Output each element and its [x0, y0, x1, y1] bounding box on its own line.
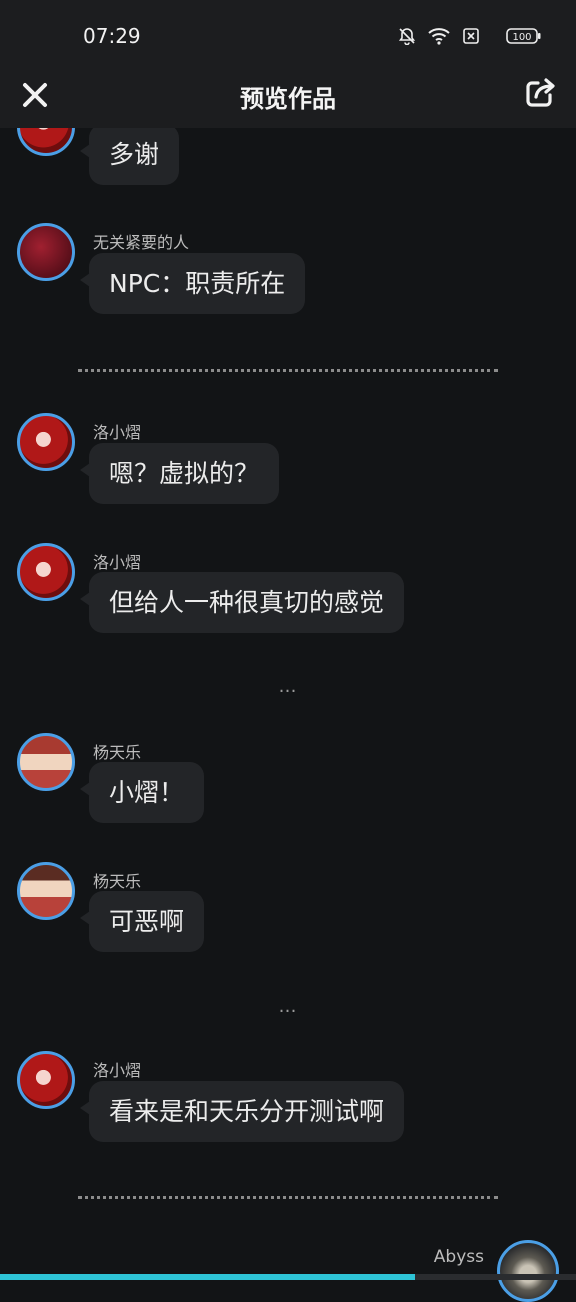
battery-icon: 100 [506, 27, 542, 49]
sender-name: 杨天乐 [93, 743, 142, 762]
avatar[interactable] [17, 128, 75, 156]
message-bubble: 看来是和天乐分开测试啊 [79, 1081, 405, 1142]
avatar[interactable] [17, 1051, 75, 1109]
avatar[interactable] [497, 1240, 559, 1302]
status-bar: 07:29 100 [0, 0, 576, 70]
chat-feed[interactable]: 多谢 无关紧要的人 NPC：职责所在 洛小熠 嗯？虚拟的？ 洛小熠 但给人一种很… [0, 128, 576, 1274]
sender-name: 洛小熠 [93, 423, 142, 442]
avatar[interactable] [17, 223, 75, 281]
message-bubble: 嗯？虚拟的？ [79, 443, 280, 504]
section-divider [78, 1196, 498, 1199]
section-divider [78, 369, 498, 372]
avatar[interactable] [17, 543, 75, 601]
avatar[interactable] [17, 733, 75, 791]
no-sim-icon [463, 28, 479, 44]
playback-progress[interactable] [0, 1274, 576, 1280]
message-bubble: 多谢 [79, 128, 180, 185]
message-bubble: NPC：职责所在 [79, 253, 306, 314]
sender-name-right: Abyss [433, 1247, 484, 1267]
wifi-icon [428, 28, 450, 45]
share-icon[interactable] [522, 75, 558, 111]
page-title: 预览作品 [240, 85, 336, 113]
sender-name: 无关紧要的人 [93, 233, 190, 252]
avatar[interactable] [17, 413, 75, 471]
ellipsis-marker: … [278, 676, 298, 697]
status-time: 07:29 [83, 24, 141, 48]
ellipsis-marker: … [278, 996, 298, 1017]
progress-fill [0, 1274, 415, 1280]
message-bubble: 但给人一种很真切的感觉 [79, 572, 405, 633]
status-icons [398, 26, 480, 46]
mute-bell-icon [398, 28, 416, 45]
sender-name: 洛小熠 [93, 553, 142, 572]
avatar[interactable] [17, 862, 75, 920]
sender-name: 杨天乐 [93, 872, 142, 891]
header-bar: 预览作品 [0, 70, 576, 128]
sender-name: 洛小熠 [93, 1061, 142, 1080]
message-bubble: 小熠！ [79, 762, 205, 823]
battery-level: 100 [512, 32, 531, 43]
message-bubble: 可恶啊 [79, 891, 205, 952]
